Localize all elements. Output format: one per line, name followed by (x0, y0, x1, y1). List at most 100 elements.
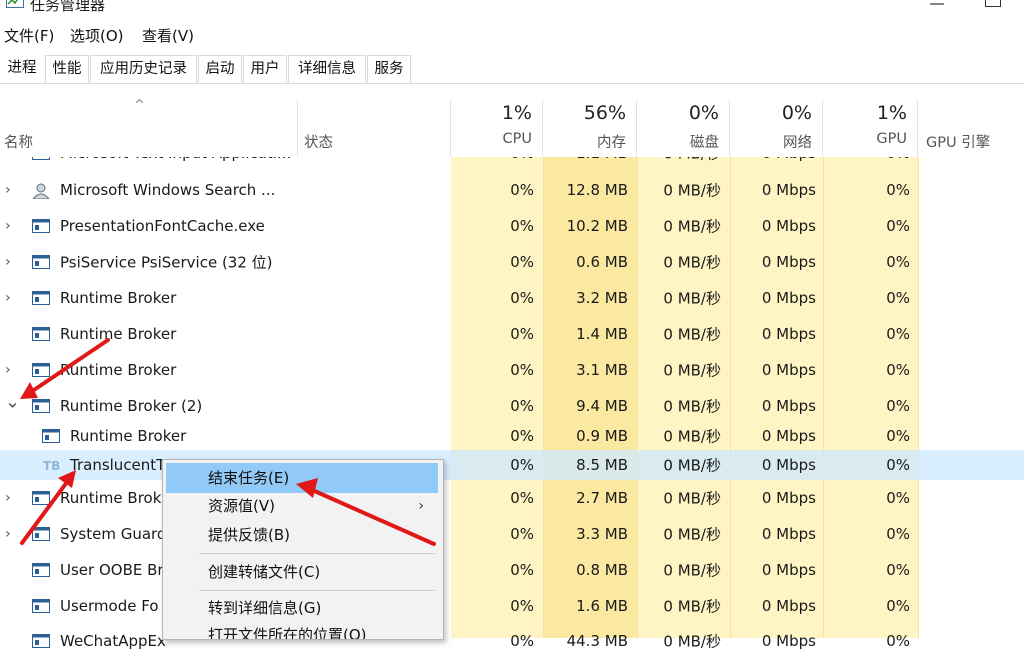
translucenttb-icon: TB (42, 458, 60, 473)
network-value: 0 Mbps (761, 325, 816, 343)
process-name: PresentationFontCache.exe (60, 217, 265, 235)
context-menu: 结束任务(E) 资源值(V) › 提供反馈(B) 创建转储文件(C) 转到详细信息… (162, 459, 444, 640)
cpu-value: 0% (510, 289, 534, 307)
table-row[interactable]: TB TranslucentT 0% 8.5 MB 0 MB/秒 0 Mbps 0% (0, 450, 1024, 480)
cpu-value: 0% (510, 253, 534, 271)
memory-value: 2.7 MB (576, 489, 628, 507)
menu-create-dump[interactable]: 创建转储文件(C) (166, 557, 438, 587)
process-name: Usermode Fo (60, 597, 159, 615)
menu-feedback-label: 提供反馈(B) (208, 526, 290, 544)
app-window-icon (32, 157, 50, 160)
svg-text:TB: TB (43, 459, 60, 472)
cpu-value: 0% (510, 561, 534, 579)
table-row[interactable]: ⌄ Runtime Broker (2) 0% 9.4 MB 0 MB/秒 0 Mbps 0… (0, 388, 1024, 424)
memory-value: 3.2 MB (576, 289, 628, 307)
memory-value: 1.6 MB (576, 597, 628, 615)
network-value: 0 Mbps (761, 456, 816, 474)
memory-value: 3.1 MB (576, 361, 628, 379)
process-name: TranslucentT (70, 456, 166, 474)
table-row[interactable]: WeChatAppEx 0% 44.3 MB 0 MB/秒 0 Mbps 0% (0, 626, 1024, 656)
process-list: Microsoft Text Input Applicati... 0% 1.1… (0, 0, 1024, 651)
memory-value: 3.3 MB (576, 525, 628, 543)
network-value: 0 Mbps (761, 181, 816, 199)
table-row[interactable]: › PsiService PsiService (32 位) 0% 0.6 MB 0 M… (0, 244, 1024, 280)
menu-open-file-location[interactable]: 打开文件所在的位置(O) (166, 620, 438, 639)
table-row[interactable]: Microsoft Text Input Applicati... 0% 1.1… (0, 144, 1024, 168)
disk-value: 0 MB/秒 (663, 427, 721, 446)
gpu-value: 0% (886, 456, 910, 474)
memory-value: 1.1 MB (576, 144, 628, 162)
chevron-right-icon[interactable]: › (5, 254, 11, 270)
process-name: WeChatAppEx (60, 632, 166, 650)
chevron-right-icon[interactable]: › (5, 182, 11, 198)
app-window-icon (32, 527, 50, 541)
network-value: 0 Mbps (761, 632, 816, 650)
table-row[interactable]: User OOBE Br 0% 0.8 MB 0 MB/秒 0 Mbps 0% (0, 552, 1024, 588)
disk-value: 0 MB/秒 (663, 632, 721, 651)
chevron-right-icon[interactable]: › (5, 362, 11, 378)
app-window-icon (32, 491, 50, 505)
table-row[interactable]: › Runtime Broker 0% 3.1 MB 0 MB/秒 0 Mbps 0% (0, 352, 1024, 388)
table-row[interactable]: › System Guard 0% 3.3 MB 0 MB/秒 0 Mbps 0% (0, 516, 1024, 552)
process-name: Runtime Broker (70, 427, 187, 445)
table-row[interactable]: Runtime Broker 0% 0.9 MB 0 MB/秒 0 Mbps 0% (0, 422, 1024, 450)
disk-value: 0 MB/秒 (663, 325, 721, 344)
app-window-icon (42, 429, 60, 443)
menu-resource-values[interactable]: 资源值(V) › (166, 491, 438, 521)
cpu-value: 0% (510, 427, 534, 445)
table-row[interactable]: › Runtime Broker 0% 3.2 MB 0 MB/秒 0 Mbps 0% (0, 280, 1024, 316)
disk-value: 0 MB/秒 (663, 253, 721, 272)
app-window-icon (32, 363, 50, 377)
cpu-value: 0% (510, 325, 534, 343)
gpu-value: 0% (886, 597, 910, 615)
memory-value: 9.4 MB (576, 397, 628, 415)
table-row[interactable]: Usermode Fo 0% 1.6 MB 0 MB/秒 0 Mbps 0% (0, 588, 1024, 624)
app-window-icon (32, 219, 50, 233)
table-row[interactable]: Runtime Broker 0% 1.4 MB 0 MB/秒 0 Mbps 0% (0, 316, 1024, 352)
table-row[interactable]: › Runtime Brok 0% 2.7 MB 0 MB/秒 0 Mbps 0% (0, 480, 1024, 516)
chevron-down-icon[interactable]: ⌄ (5, 392, 20, 413)
table-row[interactable]: › Microsoft Windows Search ... 0% 12.8 MB 0 … (0, 172, 1024, 208)
disk-value: 0 MB/秒 (663, 361, 721, 380)
memory-value: 8.5 MB (576, 456, 628, 474)
gpu-value: 0% (886, 361, 910, 379)
chevron-right-icon[interactable]: › (5, 490, 11, 506)
gpu-value: 0% (886, 397, 910, 415)
cpu-value: 0% (510, 181, 534, 199)
gpu-value: 0% (886, 427, 910, 445)
process-name: Microsoft Text Input Applicati... (60, 144, 292, 162)
menu-feedback[interactable]: 提供反馈(B) (166, 520, 438, 550)
process-name: Runtime Broker (60, 325, 177, 343)
gpu-value: 0% (886, 561, 910, 579)
cpu-value: 0% (510, 456, 534, 474)
gpu-value: 0% (886, 289, 910, 307)
menu-end-task[interactable]: 结束任务(E) (166, 463, 438, 493)
disk-value: 0 MB/秒 (663, 181, 721, 200)
chevron-right-icon[interactable]: › (5, 526, 11, 542)
gpu-value: 0% (886, 489, 910, 507)
process-name: PsiService PsiService (32 位) (60, 253, 273, 272)
network-value: 0 Mbps (761, 361, 816, 379)
user-search-icon (31, 183, 51, 200)
cpu-value: 0% (510, 632, 534, 650)
disk-value: 0 MB/秒 (663, 144, 721, 163)
table-row[interactable]: › PresentationFontCache.exe 0% 10.2 MB 0 MB/… (0, 208, 1024, 244)
cpu-value: 0% (510, 489, 534, 507)
network-value: 0 Mbps (761, 427, 816, 445)
app-window-icon (32, 563, 50, 577)
cpu-value: 0% (510, 397, 534, 415)
disk-value: 0 MB/秒 (663, 289, 721, 308)
disk-value: 0 MB/秒 (663, 489, 721, 508)
network-value: 0 Mbps (761, 561, 816, 579)
gpu-value: 0% (886, 325, 910, 343)
menu-resource-values-label: 资源值(V) (208, 497, 275, 515)
gpu-value: 0% (886, 217, 910, 235)
disk-value: 0 MB/秒 (663, 217, 721, 236)
chevron-right-icon[interactable]: › (5, 218, 11, 234)
cpu-value: 0% (510, 361, 534, 379)
menu-separator (199, 590, 435, 591)
chevron-right-icon[interactable]: › (5, 290, 11, 306)
process-name: Runtime Broker (60, 361, 177, 379)
cpu-value: 0% (510, 144, 534, 162)
menu-go-to-details[interactable]: 转到详细信息(G) (166, 593, 438, 623)
